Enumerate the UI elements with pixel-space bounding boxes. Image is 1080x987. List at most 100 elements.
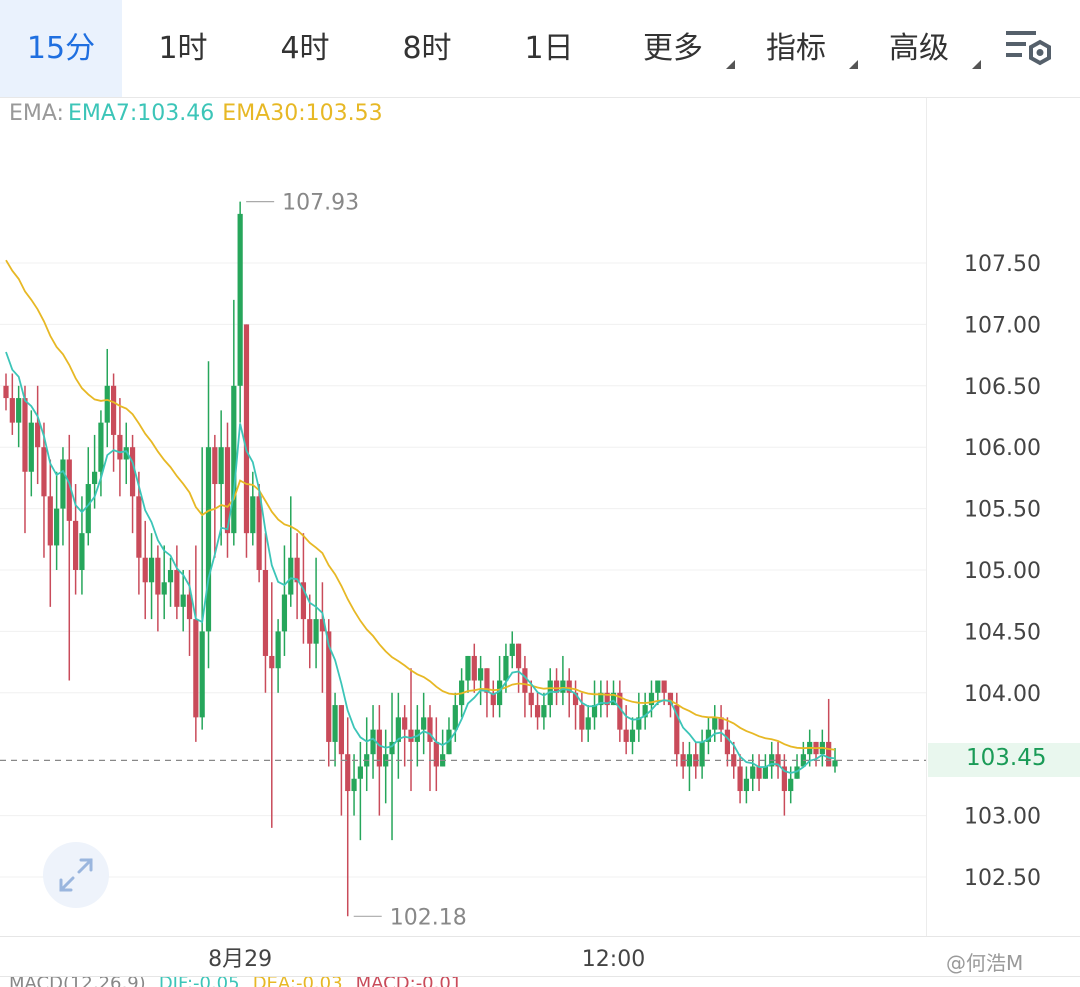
candle-body (345, 754, 351, 792)
candle-body (762, 766, 768, 779)
price-tick-label: 106.50 (964, 375, 1041, 400)
tab-1d[interactable]: 1日 (488, 0, 610, 97)
candle-body (60, 459, 66, 509)
candle-body (117, 434, 123, 460)
candle-body (47, 496, 53, 546)
watermark: @何浩M (946, 951, 1024, 975)
candle-body (167, 570, 174, 583)
candle-body (250, 496, 256, 534)
candle-body (357, 766, 363, 779)
chart-settings-icon (1006, 31, 1051, 66)
macd-strip: MACD(12,26,9) DIF:-0.05 DEA:-0.03 MACD:-… (0, 977, 1080, 987)
candle-body (560, 680, 566, 693)
candle-body (465, 655, 471, 681)
tab-4h[interactable]: 4时 (244, 0, 366, 97)
candle-body (73, 520, 79, 570)
candle-body (79, 533, 85, 570)
candle-body (452, 705, 458, 730)
candle-body (534, 705, 541, 718)
candle-body (205, 447, 212, 632)
price-tick-label: 104.50 (964, 620, 1041, 645)
candle-body (712, 717, 718, 730)
candle-body (655, 680, 661, 693)
candle-body (161, 582, 167, 595)
candle-body (35, 422, 41, 448)
macd-title: MACD(12,26,9) (9, 977, 146, 987)
timeframe-toolbar: 15分 1时 4时 8时 1日 更多 指标 高级 (0, 0, 1080, 98)
candle-body (579, 705, 585, 730)
candle-body (421, 717, 427, 730)
tab-more-label: 更多 (643, 31, 703, 66)
candle-body (110, 385, 117, 435)
tab-1h[interactable]: 1时 (122, 0, 244, 97)
dea-label: DEA: (253, 977, 296, 987)
candle-body (269, 655, 275, 669)
candle-body (629, 729, 636, 742)
candle-body (661, 680, 667, 693)
price-tick-label: 106.00 (964, 436, 1041, 461)
tab-more[interactable]: 更多 (625, 0, 735, 97)
ema7-line (5, 351, 836, 774)
candle-body (832, 760, 838, 767)
tab-advanced[interactable]: 高级 (871, 0, 981, 97)
candle-body (528, 692, 534, 706)
price-tick-label: 107.00 (964, 313, 1041, 338)
dropdown-triangle-icon (972, 60, 981, 69)
candle-body (231, 385, 237, 534)
time-tick-label: 12:00 (582, 947, 645, 972)
candle-body (376, 729, 382, 767)
candle-body (402, 717, 408, 730)
candle-body (22, 398, 28, 472)
candle-body (433, 741, 439, 767)
ema30-line (5, 259, 836, 751)
current-price-label: 103.45 (966, 745, 1047, 771)
tab-advanced-label: 高级 (889, 31, 949, 66)
candle-body (243, 324, 250, 534)
tab-indicators-label: 指标 (766, 31, 826, 66)
candle-body (275, 631, 281, 669)
candle-body (585, 717, 591, 730)
candle-body (85, 484, 91, 534)
candle-body (212, 447, 218, 485)
candle-body (218, 447, 224, 485)
candle-body (237, 213, 243, 386)
candle-body (193, 619, 199, 718)
price-tick-label: 105.50 (964, 498, 1041, 523)
candle-body (174, 570, 180, 607)
dif-label: DIF: (159, 977, 193, 987)
candle-body (743, 778, 750, 792)
dropdown-triangle-icon (849, 60, 858, 69)
candle-body (332, 705, 338, 742)
candle-body (91, 471, 98, 485)
dif-value: -0.05 (193, 977, 240, 987)
candle-body (522, 668, 528, 693)
candle-body (471, 655, 477, 681)
candle-body (104, 385, 110, 423)
candle-body (509, 643, 515, 656)
price-tick-label: 102.50 (964, 866, 1041, 891)
tab-indicators[interactable]: 指标 (748, 0, 858, 97)
candle-body (256, 496, 262, 570)
candle-body (623, 729, 629, 742)
candle-body (515, 643, 522, 669)
candle-body (136, 496, 142, 558)
candle-body (199, 631, 205, 718)
candle-body (750, 766, 756, 779)
candle-body (427, 717, 433, 742)
macd-label: MACD: (356, 977, 416, 987)
time-tick-label: 8月29 (208, 947, 272, 972)
price-tick-label: 103.00 (964, 805, 1041, 830)
fullscreen-button[interactable] (43, 842, 109, 908)
candle-body (9, 398, 15, 423)
expand-icon (59, 858, 93, 892)
tab-15m[interactable]: 15分 (0, 0, 122, 97)
candle-body (288, 557, 294, 595)
candle-body (541, 705, 547, 718)
candle-body (826, 741, 832, 767)
chart-settings-button[interactable] (1004, 28, 1054, 70)
candle-body (503, 655, 509, 681)
candle-body (41, 447, 47, 497)
tab-8h[interactable]: 8时 (366, 0, 488, 97)
high-marker-label: 107.93 (282, 191, 359, 216)
candlestick-chart[interactable]: 107.50 107.00 106.50 106.00 105.50 105.00 104.… (0, 98, 1080, 978)
